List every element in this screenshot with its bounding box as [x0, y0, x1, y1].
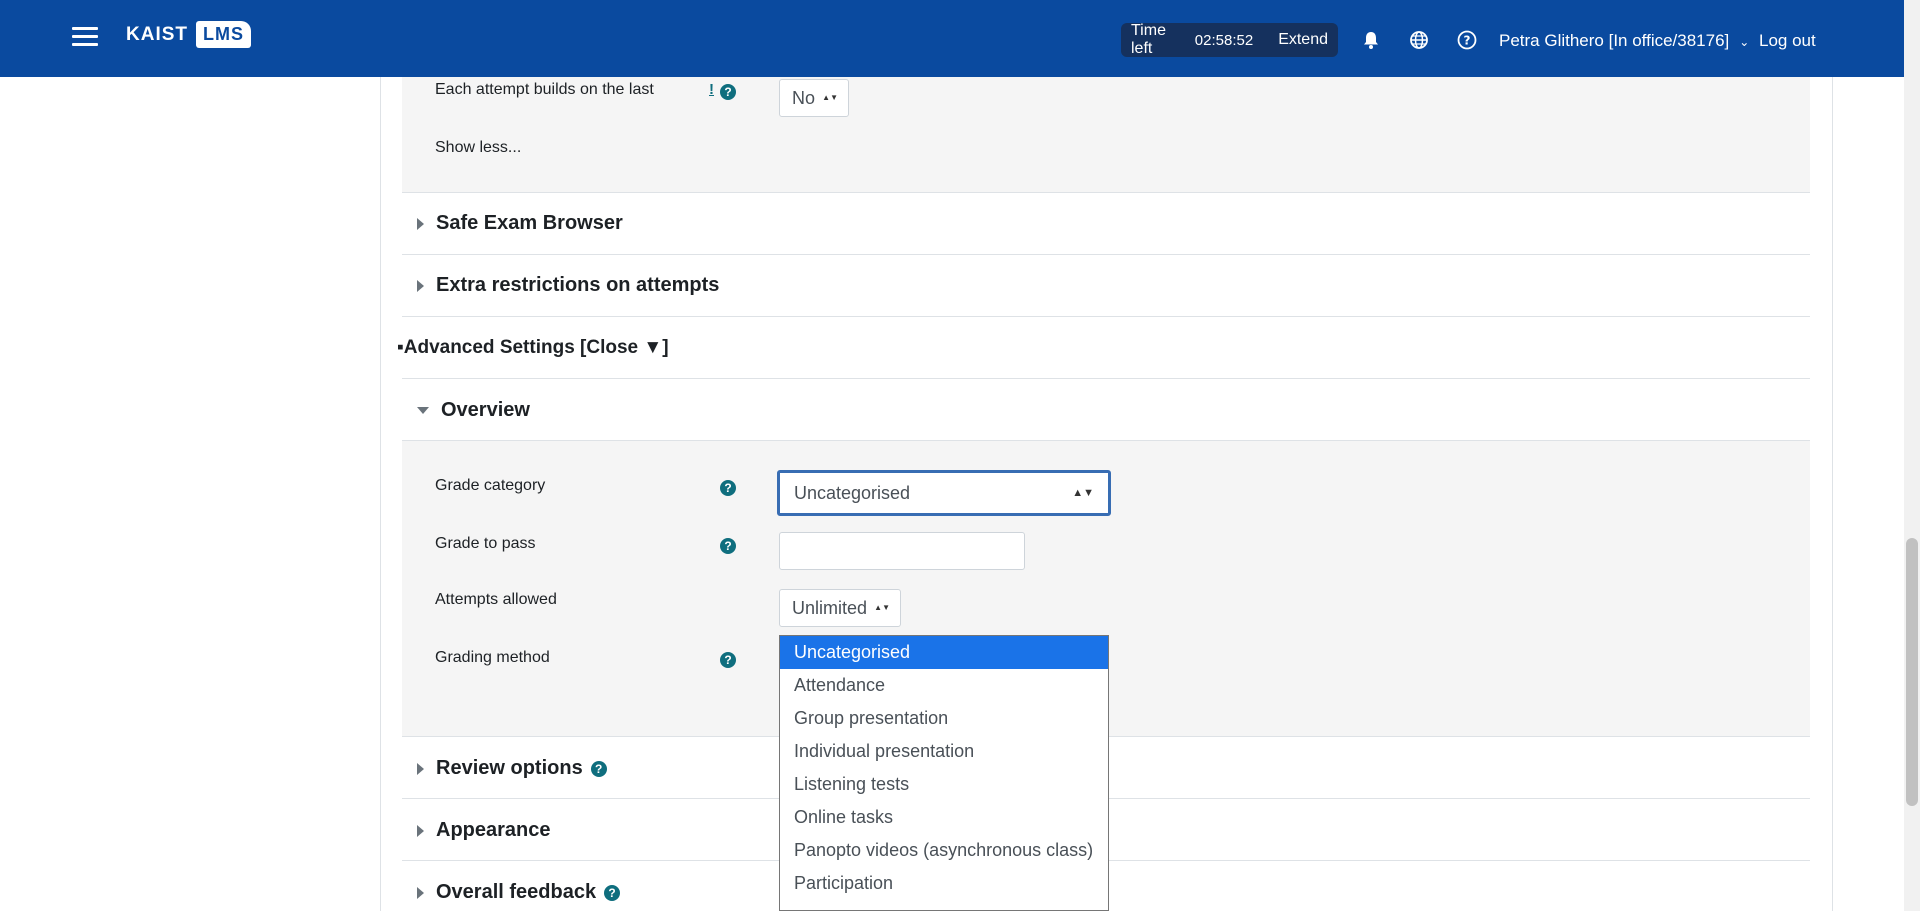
section-overview[interactable]: Overview [417, 399, 530, 422]
attempt-builds-value: No [792, 88, 816, 108]
timer-label: Time left [1131, 22, 1166, 57]
navbar: KAIST LMS Time left 02:58:52 Extend ? Pe… [0, 0, 1904, 77]
grade-to-pass-input[interactable] [779, 532, 1025, 570]
collapse-arrow-icon [417, 217, 424, 230]
dropdown-option[interactable]: Uncategorised [780, 636, 1108, 669]
divider [402, 192, 1810, 193]
section-extra-restrictions[interactable]: Extra restrictions on attempts [417, 274, 719, 297]
warning-icon[interactable]: ! [709, 81, 714, 98]
section-title: Safe Exam Browser [436, 212, 623, 234]
select-arrows-icon: ▲▼ [874, 603, 890, 612]
select-arrows-icon: ▲▼ [1072, 487, 1094, 499]
timer-value: 02:58:52 [1194, 31, 1254, 49]
menu-icon[interactable] [72, 27, 98, 49]
grade-category-select[interactable]: Uncategorised ▲▼ [777, 470, 1111, 516]
show-less-link[interactable]: Show less... [435, 139, 521, 157]
divider [402, 254, 1810, 255]
bell-icon[interactable] [1361, 30, 1381, 50]
expanded-arrow-icon [417, 407, 429, 414]
section-title: Review options [436, 757, 583, 779]
section-title: Extra restrictions on attempts [436, 274, 720, 296]
svg-text:?: ? [1464, 34, 1471, 48]
attempt-builds-select[interactable]: No ▲▼ [779, 79, 849, 117]
logout-link[interactable]: Log out [1759, 31, 1816, 51]
section-overall-feedback[interactable]: Overall feedback ? [417, 881, 621, 904]
attempts-allowed-select[interactable]: Unlimited ▲▼ [779, 589, 901, 627]
section-review-options[interactable]: Review options ? [417, 757, 607, 780]
section-title: Overview [441, 399, 530, 421]
grade-category-value: Uncategorised [794, 483, 911, 503]
collapse-arrow-icon [417, 886, 424, 899]
attempt-builds-label: Each attempt builds on the last [435, 81, 654, 98]
attempts-allowed-value: Unlimited [792, 598, 868, 618]
select-arrows-icon: ▲▼ [822, 93, 838, 102]
divider [402, 378, 1810, 379]
collapse-arrow-icon [417, 279, 424, 292]
user-name: Petra Glithero [In office/38176] [1499, 31, 1730, 50]
grade-category-dropdown[interactable]: Uncategorised Attendance Group presentat… [779, 635, 1109, 911]
dropdown-option[interactable]: Participation [780, 867, 1108, 900]
user-menu[interactable]: Petra Glithero [In office/38176] ⌄ [1499, 31, 1749, 51]
chevron-down-icon: ⌄ [1739, 35, 1750, 49]
page-scrollbar-thumb[interactable] [1906, 538, 1918, 806]
help-icon[interactable]: ? [720, 652, 736, 668]
advanced-settings-toggle[interactable]: ▪Advanced Settings [Close ▼] [397, 337, 669, 359]
help-icon[interactable]: ? [720, 480, 736, 496]
section-safe-exam-browser[interactable]: Safe Exam Browser [417, 212, 623, 235]
globe-icon[interactable] [1409, 30, 1429, 50]
dropdown-option[interactable]: Panopto videos (asynchronous class) [780, 834, 1108, 867]
help-icon[interactable]: ? [604, 884, 621, 901]
grade-to-pass-label: Grade to pass [435, 535, 536, 552]
help-icon[interactable]: ? [590, 760, 607, 777]
logo-lms-badge: LMS [196, 21, 251, 48]
section-appearance[interactable]: Appearance [417, 819, 551, 842]
help-icon[interactable]: ? [720, 84, 736, 100]
grading-method-label: Grading method [435, 649, 550, 666]
extend-button[interactable]: Extend [1278, 31, 1328, 49]
site-logo[interactable]: KAIST LMS [126, 21, 251, 48]
section-title: Overall feedback [436, 881, 597, 903]
logo-kaist-text: KAIST [126, 23, 188, 45]
help-circle-icon[interactable]: ? [1457, 30, 1477, 50]
dropdown-option[interactable]: Online tasks [780, 801, 1108, 834]
help-icon[interactable]: ? [720, 538, 736, 554]
section-title: Appearance [436, 819, 551, 841]
grade-category-label: Grade category [435, 477, 546, 494]
divider [402, 316, 1810, 317]
dropdown-option[interactable]: Individual presentation [780, 735, 1108, 768]
dropdown-option[interactable]: Group presentation [780, 702, 1108, 735]
quiz-timer: Time left 02:58:52 Extend [1121, 22, 1338, 57]
dropdown-option[interactable]: Attendance [780, 669, 1108, 702]
attempts-allowed-label: Attempts allowed [435, 591, 557, 608]
collapse-arrow-icon [417, 762, 424, 775]
dropdown-option[interactable]: Listening tests [780, 768, 1108, 801]
collapse-arrow-icon [417, 824, 424, 837]
